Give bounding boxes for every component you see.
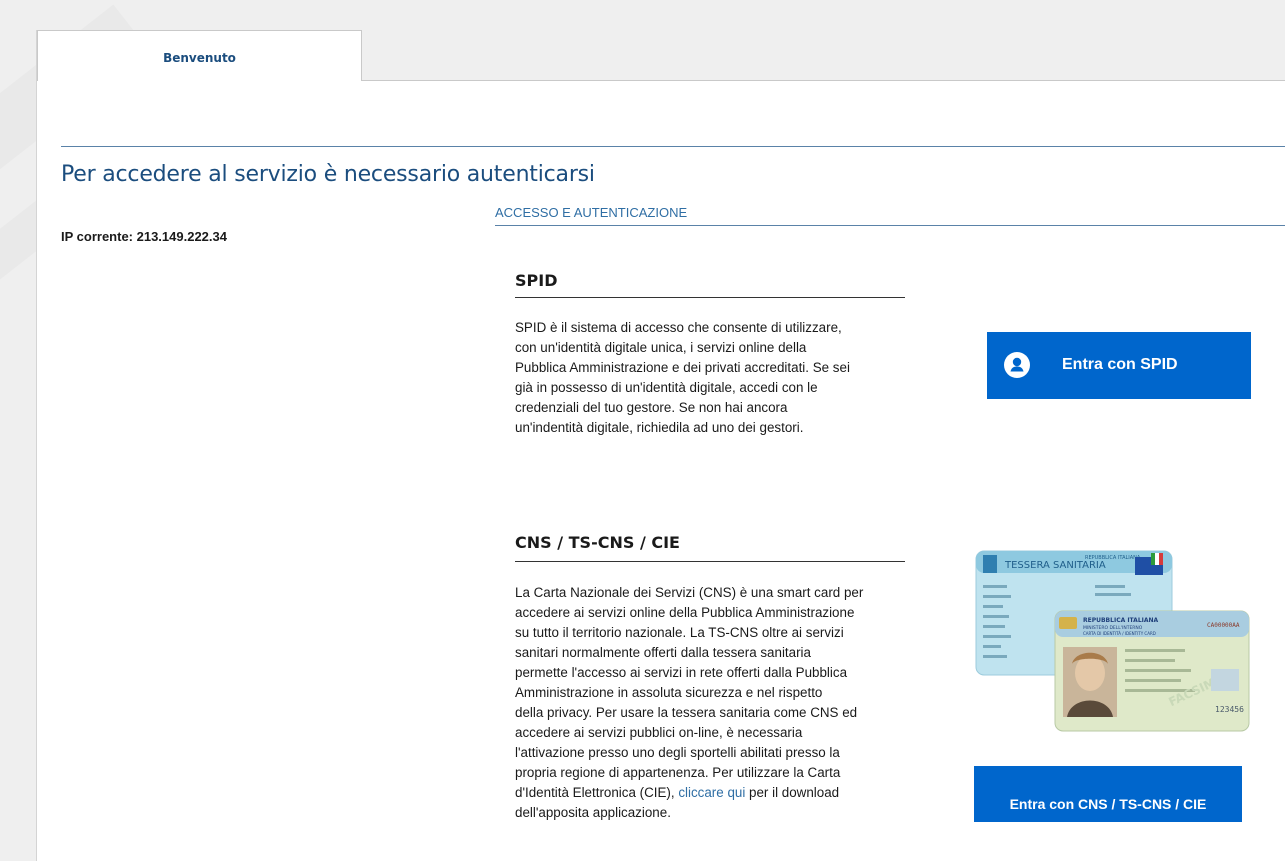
spid-title: SPID <box>515 271 558 290</box>
spid-login-button[interactable]: Entra con SPID <box>987 332 1251 399</box>
cns-description-line: accedere ai servizi online della Pubblic… <box>515 605 855 620</box>
section-divider <box>495 225 1285 226</box>
cns-description-line: accedere ai servizi pubblici on-line, è … <box>515 725 803 740</box>
cns-description-line: Amministrazione in assoluta sicurezza e … <box>515 685 823 700</box>
spid-description-line: un'indentità digitale, richiedila ad uno… <box>515 420 804 435</box>
cie-download-link[interactable]: cliccare qui <box>678 785 745 800</box>
cns-description: La Carta Nazionale dei Servizi (CNS) è u… <box>515 583 863 823</box>
spid-title-rule <box>515 297 905 298</box>
id-card-code: 123456 <box>1215 705 1244 714</box>
cns-text-after-link: per il download <box>745 785 840 800</box>
cns-description-line: su tutto il territorio nazionale. La TS-… <box>515 625 844 640</box>
cns-description-line: propria regione di appartenenza. Per uti… <box>515 765 841 780</box>
cns-login-button[interactable]: Entra con CNS / TS-CNS / CIE <box>974 766 1242 822</box>
cns-description-line: d'Identità Elettronica (CIE), cliccare q… <box>515 783 863 803</box>
cns-title: CNS / TS-CNS / CIE <box>515 533 680 552</box>
id-card-type: CARTA DI IDENTITÀ / IDENTITY CARD <box>1083 631 1156 636</box>
spid-button-label: Entra con SPID <box>1062 356 1178 373</box>
user-circle-icon <box>1004 352 1030 378</box>
health-card-title: TESSERA SANITARIA <box>1004 560 1106 571</box>
tab-bar: Benvenuto <box>37 30 1285 81</box>
cns-description-line: sanitari normalmente offerti dalla tesse… <box>515 645 811 660</box>
health-card-header: REPUBBLICA ITALIANA <box>1085 555 1141 561</box>
cns-description-line: La Carta Nazionale dei Servizi (CNS) è u… <box>515 585 864 600</box>
id-card-header: REPUBBLICA ITALIANA <box>1083 617 1159 624</box>
spid-description-line: SPID è il sistema di accesso che consent… <box>515 320 842 335</box>
id-card-image: REPUBBLICA ITALIANA MINISTERO DELL'INTER… <box>1054 610 1250 732</box>
cns-button-label: Entra con CNS / TS-CNS / CIE <box>1009 795 1207 812</box>
current-ip: IP corrente: 213.149.222.34 <box>61 229 227 244</box>
spid-description-line: già in possesso di un'identità digitale,… <box>515 380 818 395</box>
section-header: ACCESSO E AUTENTICAZIONE <box>495 205 688 220</box>
spid-description-line: Pubblica Amministrazione e dei privati a… <box>515 360 850 375</box>
cns-title-rule <box>515 561 905 562</box>
id-card-number: CA00000AA <box>1207 622 1240 629</box>
spid-description: SPID è il sistema di accesso che consent… <box>515 318 850 438</box>
spid-description-line: credenziali del tuo gestore. Se non hai … <box>515 400 788 415</box>
cns-description-line: l'attivazione presso uno degli sportelli… <box>515 745 840 760</box>
tab-label: Benvenuto <box>163 51 236 65</box>
cns-text-before-link: d'Identità Elettronica (CIE), <box>515 785 679 800</box>
cns-description-line: dell'apposita applicazione. <box>515 805 671 820</box>
spid-description-line: con un'identità digitale unica, i serviz… <box>515 340 807 355</box>
page-title: Per accedere al servizio è necessario au… <box>61 162 595 187</box>
header-divider <box>61 146 1285 147</box>
cns-description-line: della privacy. Per usare la tessera sani… <box>515 705 858 720</box>
cns-description-line: permette l'accesso ai servizi in rete of… <box>515 665 848 680</box>
tab-benvenuto[interactable]: Benvenuto <box>37 30 362 81</box>
main-container: Benvenuto Per accedere al servizio è nec… <box>36 30 1285 861</box>
identity-cards-image: TESSERA SANITARIA REPUBBLICA ITALIANA RE… <box>975 550 1250 732</box>
